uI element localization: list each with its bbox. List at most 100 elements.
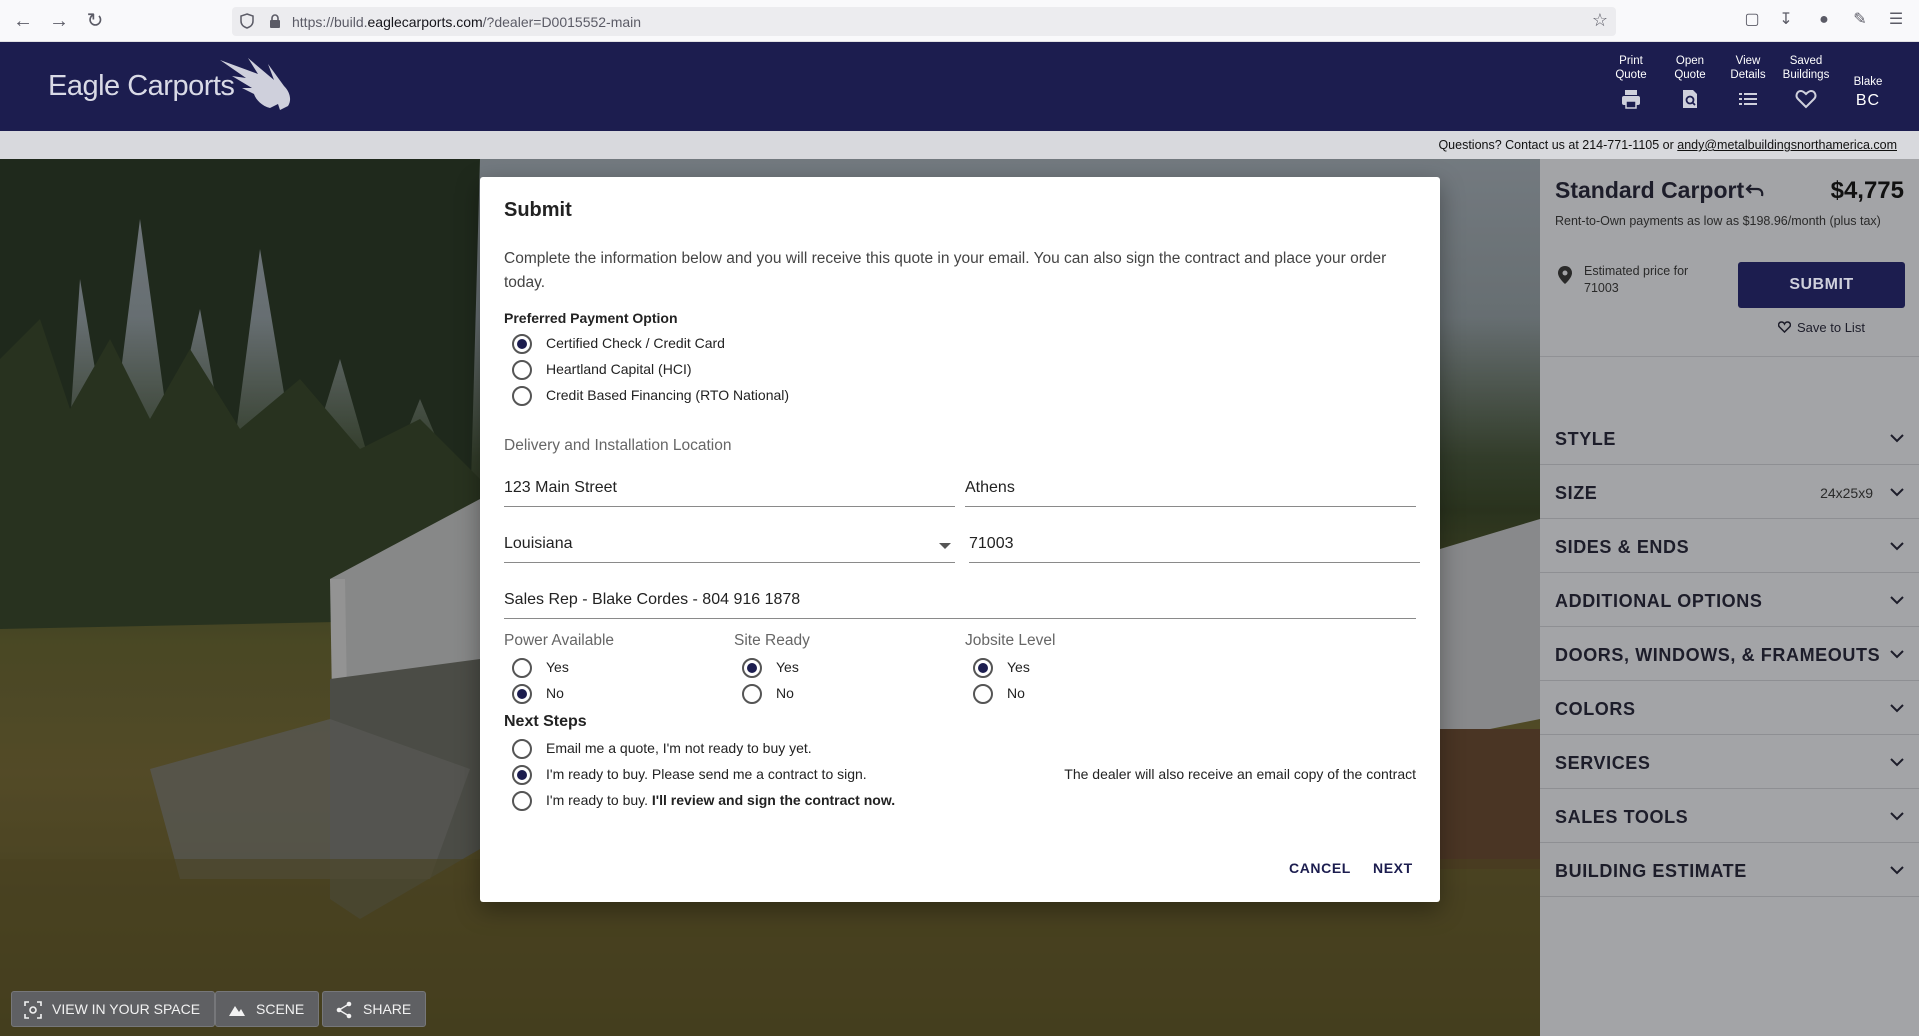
print-quote-button[interactable]: Print Quote xyxy=(1603,54,1659,110)
estimated-price-location: Estimated price for 71003 xyxy=(1584,264,1689,295)
state-select[interactable]: Louisiana xyxy=(504,527,955,563)
menu-icon[interactable]: ☰ xyxy=(1885,9,1907,31)
chevron-down-icon xyxy=(1890,650,1904,659)
payment-option-label: Preferred Payment Option xyxy=(504,310,678,326)
open-quote-button[interactable]: Open Quote xyxy=(1662,54,1718,110)
site-header: Eagle Carports Print Quote Open Quote View… xyxy=(0,42,1919,131)
account-icon[interactable]: ● xyxy=(1813,9,1835,31)
address-bar[interactable]: https://build.eaglecarports.com/?dealer=… xyxy=(232,7,1616,36)
chevron-down-icon xyxy=(1890,866,1904,875)
url-text[interactable]: https://build.eaglecarports.com/?dealer=… xyxy=(292,14,641,30)
forward-icon[interactable]: → xyxy=(46,8,72,34)
chevron-down-icon xyxy=(1890,488,1904,497)
downloads-icon[interactable]: ↧ xyxy=(1775,9,1797,31)
accordion-colors[interactable]: COLORS xyxy=(1540,681,1919,735)
back-icon[interactable]: ← xyxy=(10,8,36,34)
sales-rep-field[interactable]: Sales Rep - Blake Cordes - 804 916 1878 xyxy=(504,583,1416,619)
list-icon xyxy=(1739,93,1757,105)
dropdown-arrow-icon xyxy=(939,543,951,549)
share-icon xyxy=(336,1001,352,1019)
accordion-label: SIDES & ENDS xyxy=(1555,537,1690,557)
printer-icon xyxy=(1622,90,1640,109)
delivery-location-label: Delivery and Installation Location xyxy=(504,437,732,454)
accordion-sales-tools[interactable]: SALES TOOLS xyxy=(1540,789,1919,843)
eagle-logo-icon[interactable] xyxy=(218,50,294,116)
zip-field[interactable]: 71003 xyxy=(969,527,1420,563)
contact-email-link[interactable]: andy@metalbuildingsnorthamerica.com xyxy=(1677,138,1897,152)
radio-unselected[interactable] xyxy=(512,360,532,380)
radio-selected[interactable] xyxy=(512,765,532,785)
size-value: 24x25x9 xyxy=(1820,485,1873,501)
dialog-title: Submit xyxy=(504,199,572,221)
accordion-size[interactable]: SIZE 24x25x9 xyxy=(1540,465,1919,519)
chevron-down-icon xyxy=(1890,758,1904,767)
accordion-services[interactable]: SERVICES xyxy=(1540,735,1919,789)
radio-selected[interactable] xyxy=(512,684,532,704)
next-button[interactable]: NEXT xyxy=(1373,860,1413,876)
site-ready-label: Site Ready xyxy=(734,632,810,649)
radio-selected[interactable] xyxy=(742,658,762,678)
view-details-button[interactable]: View Details xyxy=(1720,54,1776,110)
save-to-list-button[interactable]: Save to List xyxy=(1778,320,1865,335)
chevron-down-icon xyxy=(1890,812,1904,821)
scene-button[interactable]: SCENE xyxy=(215,991,320,1027)
power-available-label: Power Available xyxy=(504,632,615,649)
saved-buildings-button[interactable]: Saved Buildings xyxy=(1778,54,1834,110)
dialog-intro: Complete the information below and you w… xyxy=(504,250,1387,291)
user-initials-avatar: BC xyxy=(1855,92,1881,109)
radio-unselected[interactable] xyxy=(512,739,532,759)
accordion-label: ADDITIONAL OPTIONS xyxy=(1555,591,1763,611)
accordion-label: SALES TOOLS xyxy=(1555,807,1689,827)
address-field[interactable]: 123 Main Street xyxy=(504,471,955,507)
extensions-icon[interactable]: ✎ xyxy=(1849,9,1871,31)
radio-unselected[interactable] xyxy=(973,684,993,704)
radio-selected[interactable] xyxy=(973,658,993,678)
lock-icon[interactable] xyxy=(268,13,282,29)
share-button[interactable]: SHARE xyxy=(322,991,427,1027)
radio-unselected[interactable] xyxy=(742,684,762,704)
ar-view-icon xyxy=(24,1001,42,1019)
radio-unselected[interactable] xyxy=(512,658,532,678)
user-menu[interactable]: Blake BC xyxy=(1846,76,1890,110)
contact-strip: Questions? Contact us at 214-771-1105 or… xyxy=(0,131,1919,159)
cancel-button[interactable]: CANCEL xyxy=(1289,860,1351,876)
accordion-label: COLORS xyxy=(1555,699,1636,719)
accordion-style[interactable]: STYLE xyxy=(1540,411,1919,465)
dealer-email-note: The dealer will also receive an email co… xyxy=(1064,766,1416,782)
browser-toolbar: ← → ↻ https://build.eaglecarports.com/?d… xyxy=(0,0,1919,42)
accordion-doors-windows[interactable]: DOORS, WINDOWS, & FRAMEOUTS xyxy=(1540,627,1919,681)
logo-text[interactable]: Eagle Carports xyxy=(48,70,235,103)
accordion-sides-ends[interactable]: SIDES & ENDS xyxy=(1540,519,1919,573)
chevron-down-icon xyxy=(1890,434,1904,443)
heart-icon xyxy=(1795,89,1817,109)
city-field[interactable]: Athens xyxy=(965,471,1416,507)
undo-icon[interactable] xyxy=(1744,179,1766,201)
configurator-sidebar: Standard Carport $4,775 Rent-to-Own paym… xyxy=(1540,159,1919,1036)
pocket-icon[interactable]: ▢ xyxy=(1741,9,1763,31)
submit-dialog: Submit Complete the information below an… xyxy=(480,177,1440,902)
view-in-your-space-button[interactable]: VIEW IN YOUR SPACE xyxy=(11,991,216,1027)
accordion-label: STYLE xyxy=(1555,429,1617,449)
accordion-additional-options[interactable]: ADDITIONAL OPTIONS xyxy=(1540,573,1919,627)
accordion-label: BUILDING ESTIMATE xyxy=(1555,861,1747,881)
building-price: $4,775 xyxy=(1830,177,1904,204)
radio-unselected[interactable] xyxy=(512,791,532,811)
accordion-building-estimate[interactable]: BUILDING ESTIMATE xyxy=(1540,843,1919,897)
sidebar-submit-button[interactable]: SUBMIT xyxy=(1738,262,1905,308)
document-search-icon xyxy=(1683,90,1697,108)
accordion-label: SERVICES xyxy=(1555,753,1651,773)
location-pin-icon xyxy=(1558,266,1572,284)
building-title: Standard Carport xyxy=(1555,177,1745,203)
radio-unselected[interactable] xyxy=(512,386,532,406)
next-steps-label: Next Steps xyxy=(504,713,587,730)
chevron-down-icon xyxy=(1890,596,1904,605)
rto-payment-text: Rent-to-Own payments as low as $198.96/m… xyxy=(1555,214,1881,228)
heart-outline-icon xyxy=(1778,321,1791,333)
contact-text: Questions? Contact us at 214-771-1105 or… xyxy=(1438,138,1897,152)
bookmark-star-icon[interactable]: ☆ xyxy=(1592,10,1608,31)
reload-icon[interactable]: ↻ xyxy=(82,8,108,34)
radio-selected[interactable] xyxy=(512,334,532,354)
chevron-down-icon xyxy=(1890,704,1904,713)
accordion-label: SIZE xyxy=(1555,483,1598,503)
shield-icon[interactable] xyxy=(240,13,254,29)
